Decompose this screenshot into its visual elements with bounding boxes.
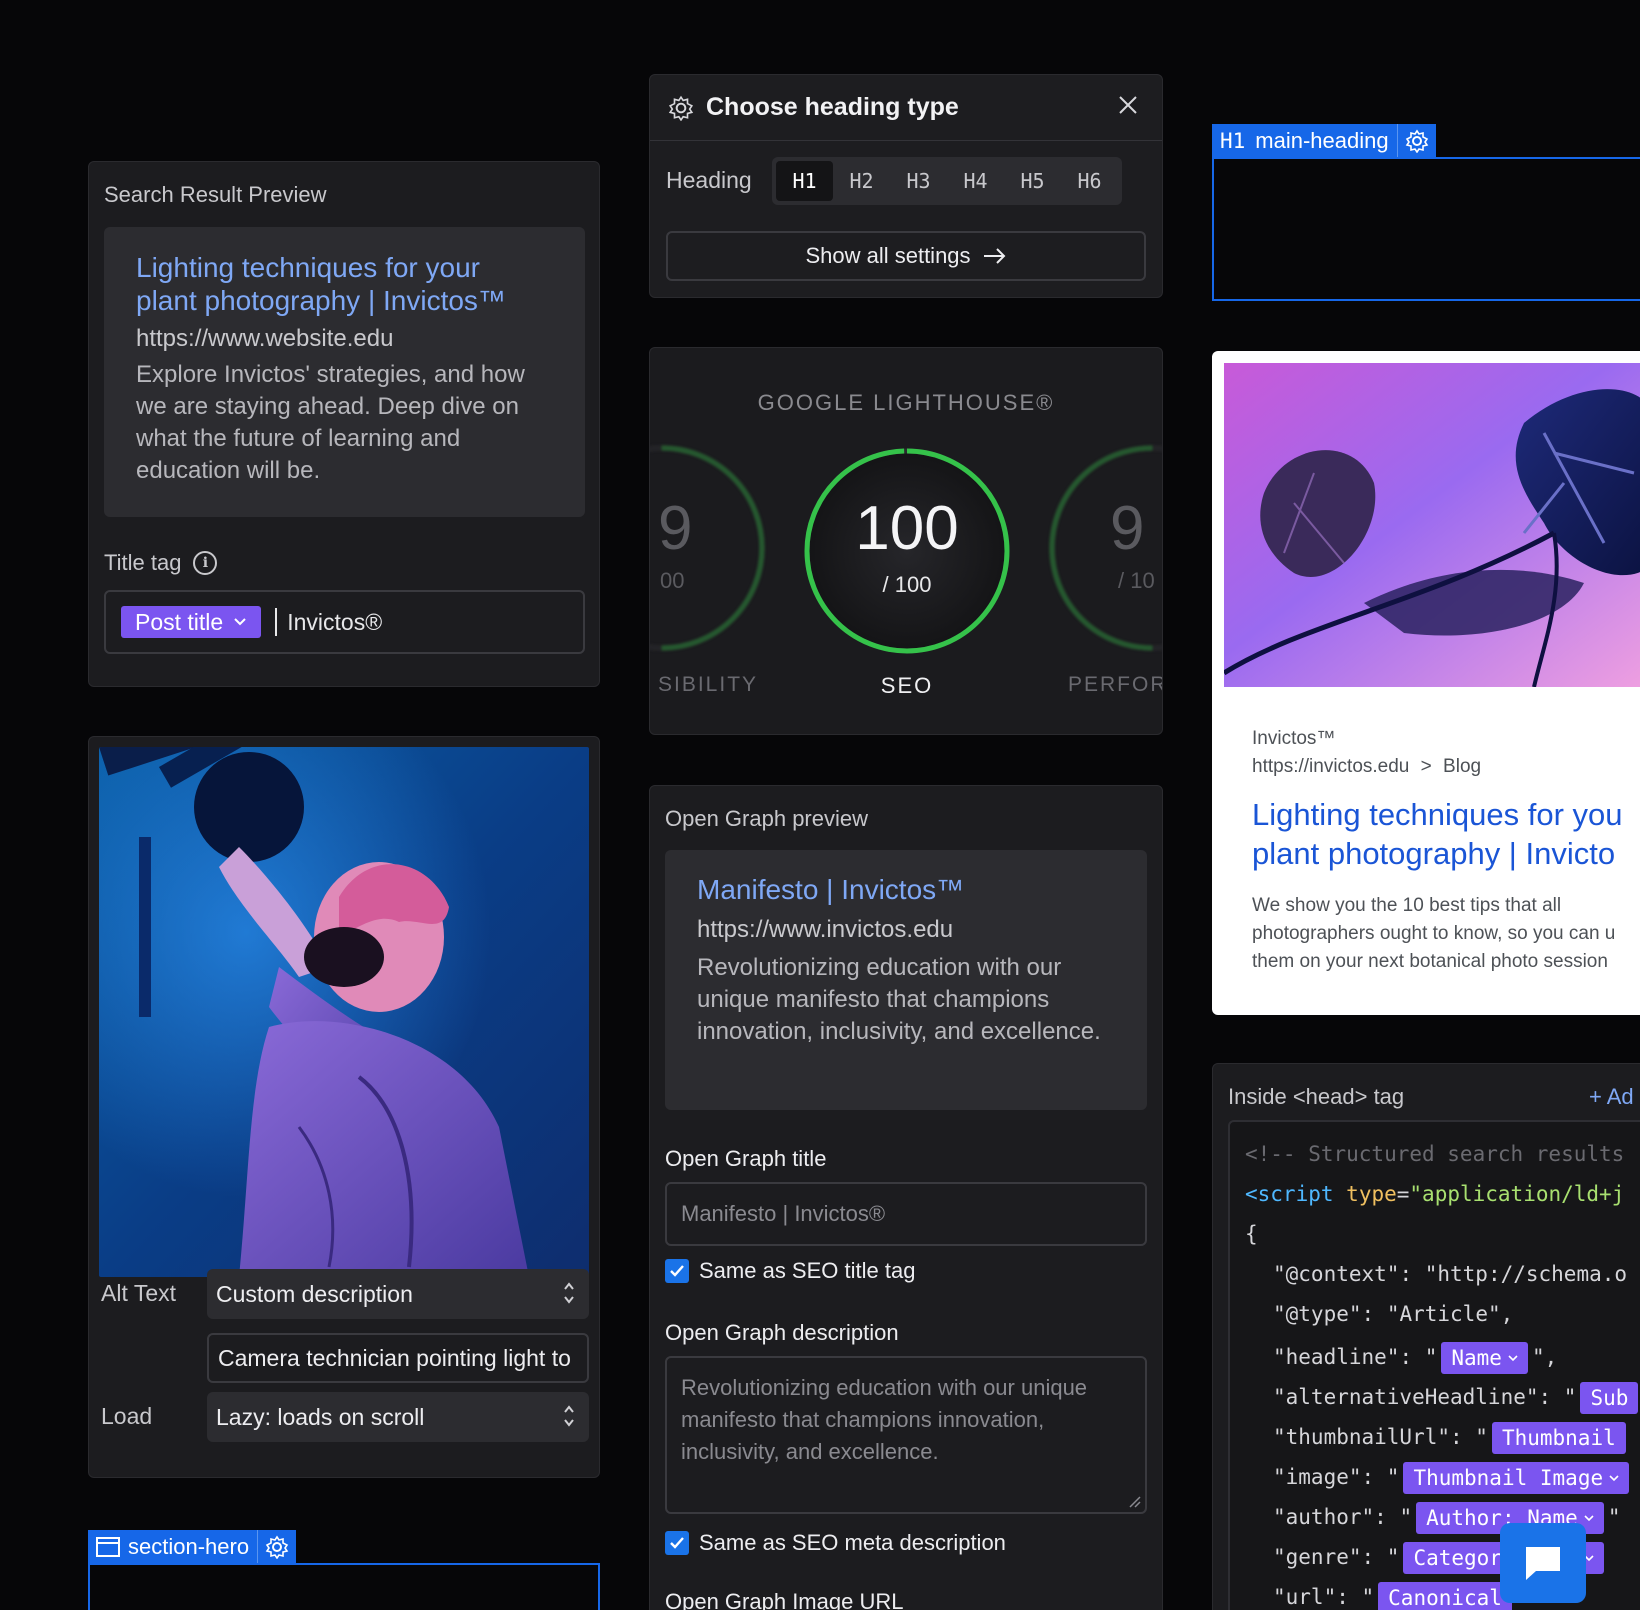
result-breadcrumb[interactable]: https://invictos.edu > Blog — [1252, 756, 1481, 778]
chevron-down-icon — [1508, 1355, 1518, 1362]
load-label: Load — [101, 1403, 153, 1429]
og-card-description: Revolutionizing education with our uniqu… — [697, 954, 1101, 1045]
og-title-label: Open Graph title — [665, 1146, 827, 1171]
chevron-down-icon — [1584, 1515, 1594, 1522]
chevron-down-icon — [1609, 1475, 1619, 1482]
search-result-preview-panel: Search Result Preview Lighting technique… — [88, 161, 600, 687]
og-title-input[interactable]: Manifesto | Invictos® — [665, 1182, 1147, 1246]
code-line: { — [1245, 1222, 1258, 1246]
alt-text-label: Alt Text — [101, 1280, 176, 1306]
heading-option-h6[interactable]: H6 — [1061, 161, 1118, 201]
updown-icon — [564, 1405, 574, 1427]
result-description: Explore Invictos' strategies, and how we… — [136, 361, 525, 484]
popover-header: Choose heading type — [650, 75, 1162, 141]
canonical-chip[interactable]: Canonical — [1378, 1582, 1512, 1610]
image-preview — [99, 747, 589, 1277]
open-graph-card: Manifesto | Invictos™ https://www.invict… — [665, 850, 1147, 1110]
code-line: <script type="application/ld+j — [1245, 1182, 1625, 1206]
heading-option-h5[interactable]: H5 — [1004, 161, 1061, 201]
post-title-chip[interactable]: Post title — [121, 606, 262, 638]
code-line: "image": " Thumbnail Image — [1273, 1462, 1633, 1494]
settings-gear-icon[interactable] — [1396, 124, 1436, 158]
title-tag-label: Title tag i — [104, 550, 218, 576]
panel-title: Open Graph preview — [665, 806, 868, 831]
lighthouse-score-panel: GOOGLE LIGHTHOUSE® 9 00 SIBILITY 100 / 1… — [649, 347, 1163, 735]
result-url: https://www.website.edu — [136, 325, 394, 352]
resize-handle-icon — [1129, 1496, 1141, 1508]
thumbnail-chip[interactable]: Thumbnail — [1491, 1422, 1626, 1454]
og-image-url-label: Open Graph Image URL — [665, 1589, 904, 1610]
heading-level-badge: H1 — [1220, 129, 1246, 153]
og-card-title[interactable]: Manifesto | Invictos™ — [697, 874, 1115, 906]
chat-bubble-icon — [1526, 1547, 1560, 1580]
seo-score: 100 — [855, 494, 959, 563]
main-heading-tag[interactable]: H1 main-heading — [1212, 124, 1436, 158]
popover-title: Choose heading type — [706, 93, 959, 121]
main-heading-outline[interactable] — [1212, 157, 1640, 301]
chat-button[interactable] — [1500, 1523, 1586, 1603]
alt-text-mode-select[interactable]: Custom description — [207, 1269, 589, 1319]
updown-icon — [564, 1282, 574, 1304]
add-button[interactable]: + Ad — [1589, 1084, 1634, 1110]
heading-option-h2[interactable]: H2 — [833, 161, 890, 201]
same-title-checkbox[interactable]: Same as SEO title tag — [665, 1258, 915, 1284]
close-icon[interactable] — [1116, 93, 1140, 117]
title-tag-input[interactable]: Post title Invictos® — [104, 590, 585, 654]
panel-title: Search Result Preview — [104, 182, 327, 207]
result-title[interactable]: Lighting techniques for you plant photog… — [1252, 795, 1623, 873]
og-card-url: https://www.invictos.edu — [697, 916, 954, 943]
google-search-preview-card: Invictos™ https://invictos.edu > Blog Li… — [1212, 351, 1640, 1015]
code-line: <!-- Structured search results — [1245, 1142, 1625, 1166]
settings-gear-icon[interactable] — [257, 1530, 296, 1564]
code-line: "@context": "http://schema.o — [1273, 1262, 1628, 1286]
thumbnail-image-chip[interactable]: Thumbnail Image — [1403, 1462, 1630, 1494]
heading-label: Heading — [666, 167, 752, 193]
search-result-card: Lighting techniques for your plant photo… — [104, 227, 585, 517]
heading-type-popover: Choose heading type Heading H1 H2 H3 H4 … — [649, 74, 1163, 298]
open-graph-panel: Open Graph preview Manifesto | Invictos™… — [649, 785, 1163, 1610]
gear-icon — [668, 95, 694, 121]
code-line: "headline": " Name ", — [1273, 1342, 1557, 1374]
seo-score-max: / 100 — [882, 572, 932, 597]
heading-option-h1[interactable]: H1 — [776, 161, 833, 201]
code-line: "thumbnailUrl": " Thumbnail — [1273, 1422, 1630, 1454]
result-title[interactable]: Lighting techniques for your plant photo… — [136, 251, 553, 317]
checkmark-icon — [665, 1259, 689, 1283]
performance-score-digit: 9 — [1110, 494, 1145, 563]
arrow-right-icon — [983, 248, 1005, 264]
performance-label: PERFOR — [1068, 673, 1163, 696]
subtitle-chip[interactable]: Sub — [1580, 1382, 1639, 1414]
og-description-textarea[interactable]: Revolutionizing education with our uniqu… — [665, 1356, 1147, 1514]
heading-option-h4[interactable]: H4 — [947, 161, 1004, 201]
heading-level-segmented: H1 H2 H3 H4 H5 H6 — [772, 157, 1122, 205]
code-line: "alternativeHeadline": " Sub — [1273, 1382, 1640, 1414]
image-settings-panel: Alt Text Custom description Camera techn… — [88, 736, 600, 1478]
load-select[interactable]: Lazy: loads on scroll — [207, 1392, 589, 1442]
alt-text-input[interactable]: Camera technician pointing light to — [207, 1333, 589, 1383]
code-line: "@type": "Article", — [1273, 1302, 1514, 1326]
info-icon[interactable]: i — [193, 551, 218, 575]
name-chip[interactable]: Name — [1441, 1342, 1528, 1374]
main-heading-label: main-heading — [1255, 128, 1389, 153]
result-description: We show you the 10 best tips that all ph… — [1252, 895, 1616, 972]
performance-score-max: / 10 — [1118, 568, 1155, 593]
section-icon — [88, 1537, 128, 1557]
code-line: "url": " Canonical — [1273, 1582, 1516, 1610]
heading-option-h3[interactable]: H3 — [890, 161, 947, 201]
og-description-label: Open Graph description — [665, 1320, 899, 1345]
section-hero-tag[interactable]: section-hero — [88, 1530, 297, 1564]
show-all-settings-button[interactable]: Show all settings — [666, 231, 1146, 281]
checkmark-icon — [665, 1531, 689, 1555]
chevron-down-icon — [234, 618, 246, 626]
plant-photo — [1224, 363, 1640, 687]
result-site-name: Invictos™ — [1252, 728, 1336, 749]
section-hero-label: section-hero — [128, 1534, 250, 1559]
title-suffix: Invictos® — [287, 608, 383, 635]
text-cursor — [275, 608, 278, 636]
same-description-checkbox[interactable]: Same as SEO meta description — [665, 1530, 1006, 1556]
panel-title: Inside <head> tag — [1228, 1084, 1405, 1109]
section-hero-outline[interactable] — [88, 1563, 600, 1610]
